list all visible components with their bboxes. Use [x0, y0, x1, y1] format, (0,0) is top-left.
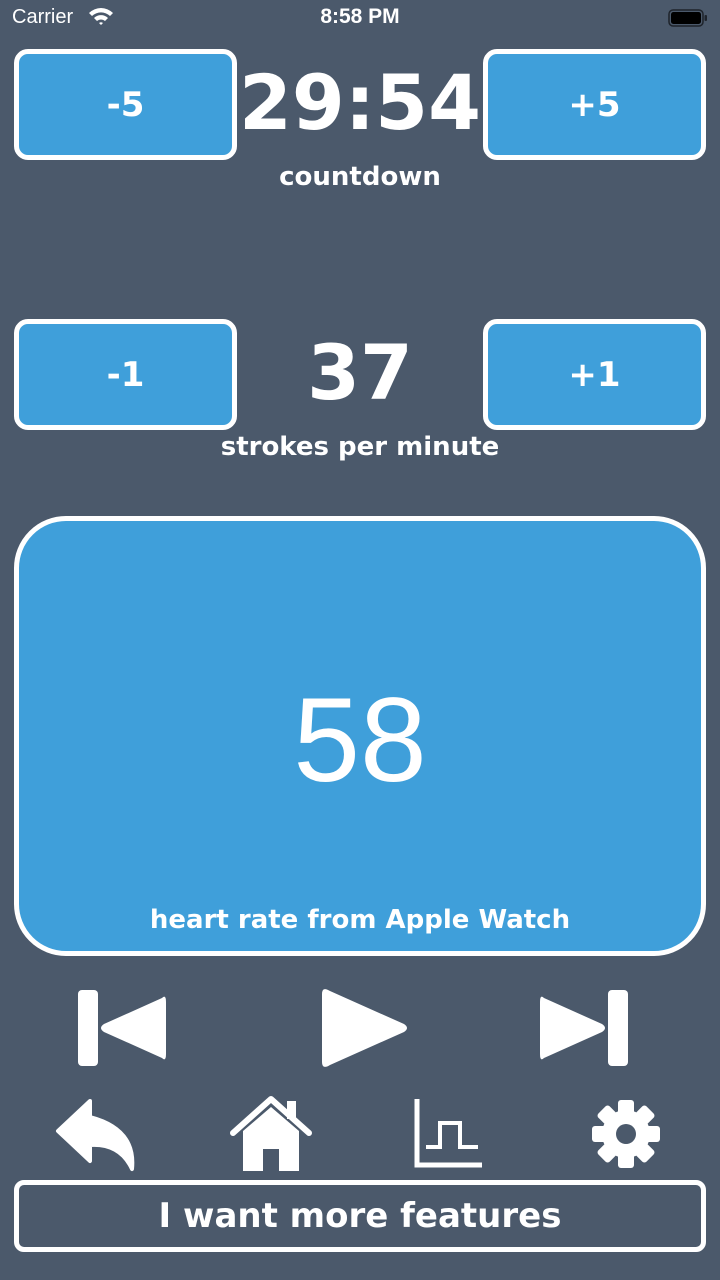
stroke-rate-minus-button[interactable]: -1 [14, 319, 237, 430]
more-features-button[interactable]: I want more features [14, 1180, 706, 1252]
gear-icon[interactable] [584, 1095, 668, 1173]
heart-rate-value: 58 [293, 673, 427, 807]
heart-rate-panel[interactable]: 58 heart rate from Apple Watch [14, 516, 706, 956]
countdown-caption: countdown [279, 162, 441, 192]
back-arrow-icon[interactable] [54, 1095, 138, 1173]
stroke-rate-caption: strokes per minute [220, 432, 500, 462]
heart-rate-caption: heart rate from Apple Watch [149, 905, 571, 935]
status-bar: Carrier 8:58 PM [0, 0, 720, 36]
countdown-minus-button[interactable]: -5 [14, 49, 237, 160]
chart-icon[interactable] [412, 1095, 496, 1173]
home-icon[interactable] [229, 1095, 313, 1173]
battery-icon [668, 9, 707, 27]
play-icon[interactable] [318, 988, 410, 1068]
stroke-rate-value: 37 [307, 328, 413, 417]
stroke-rate-plus-button[interactable]: +1 [483, 319, 706, 430]
countdown-plus-button[interactable]: +5 [483, 49, 706, 160]
clock-label: 8:58 PM [320, 5, 400, 28]
skip-back-icon[interactable] [76, 988, 168, 1068]
countdown-value: 29:54 [239, 58, 481, 147]
skip-forward-icon[interactable] [538, 988, 630, 1068]
